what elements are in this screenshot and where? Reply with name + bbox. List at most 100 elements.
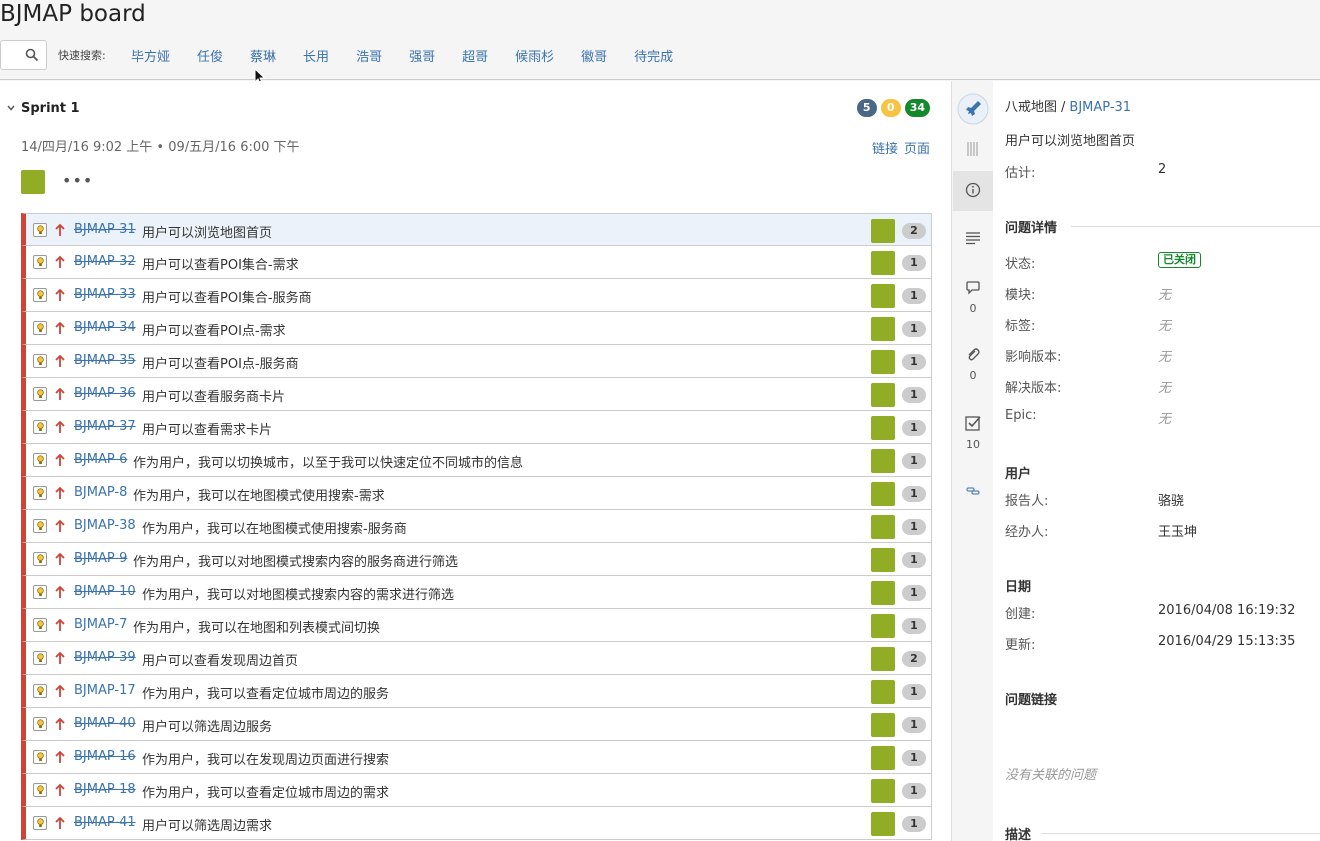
labels-value[interactable]: 无 (1158, 315, 1171, 334)
drag-handle-icon[interactable] (953, 141, 993, 161)
quick-filter[interactable]: 超哥 (462, 46, 488, 65)
issue-key[interactable]: BJMAP-36 (74, 386, 136, 401)
link-page-link[interactable]: 链接 (872, 138, 898, 157)
issue-key[interactable]: BJMAP-10 (74, 584, 136, 599)
issue-row[interactable]: BJMAP-10 作为用户，我可以对地图模式搜索内容的需求进行筛选 1 (21, 576, 932, 609)
quick-filter[interactable]: 长用 (303, 46, 329, 65)
quick-filter[interactable]: 强哥 (409, 46, 435, 65)
issue-key[interactable]: BJMAP-34 (74, 320, 136, 335)
more-actions-icon[interactable]: ••• (62, 171, 93, 190)
assignee-avatar[interactable] (871, 548, 895, 572)
page-link[interactable]: 页面 (904, 138, 930, 157)
assignee-avatar[interactable] (871, 779, 895, 803)
sprint-assignee-avatar[interactable] (21, 170, 45, 194)
assignee-avatar[interactable] (871, 515, 895, 539)
quick-filter[interactable]: 待完成 (634, 46, 673, 65)
rail-attachments-tab[interactable]: 0 (953, 347, 993, 382)
assignee-avatar[interactable] (871, 812, 895, 836)
issue-key[interactable]: BJMAP-38 (74, 518, 136, 533)
issue-key[interactable]: BJMAP-40 (74, 716, 136, 731)
issue-key[interactable]: BJMAP-37 (74, 419, 136, 434)
issue-row[interactable]: BJMAP-33 用户可以查看POI集合-服务商 1 (21, 279, 932, 312)
assignee-avatar[interactable] (871, 350, 895, 374)
issue-key[interactable]: BJMAP-39 (74, 650, 136, 665)
breadcrumb-issue-key[interactable]: BJMAP-31 (1069, 100, 1131, 115)
issue-row[interactable]: BJMAP-41 用户可以筛选周边需求 1 (21, 807, 932, 840)
assignee-avatar[interactable] (871, 746, 895, 770)
sprint-name[interactable]: Sprint 1 (21, 101, 80, 116)
rail-links-tab[interactable] (953, 483, 993, 503)
issue-row[interactable]: BJMAP-6 作为用户，我可以切换城市，以至于我可以快速定位不同城市的信息 1 (21, 444, 932, 477)
issue-row[interactable]: BJMAP-36 用户可以查看服务商卡片 1 (21, 378, 932, 411)
assignee-value[interactable]: 王玉坤 (1158, 521, 1197, 540)
assignee-avatar[interactable] (871, 284, 895, 308)
assignee-avatar[interactable] (871, 482, 895, 506)
priority-arrow-up-icon (55, 717, 65, 730)
issue-row[interactable]: BJMAP-9 作为用户，我可以对地图模式搜索内容的服务商进行筛选 1 (21, 543, 932, 576)
assignee-avatar[interactable] (871, 581, 895, 605)
issue-summary: 作为用户，我可以查看定位城市周边的需求 (142, 786, 390, 801)
issue-key[interactable]: BJMAP-6 (74, 452, 127, 467)
issue-row[interactable]: BJMAP-35 用户可以查看POI点-服务商 1 (21, 345, 932, 378)
affects-version-value[interactable]: 无 (1158, 346, 1171, 365)
rail-description-tab[interactable] (953, 230, 993, 250)
issue-key[interactable]: BJMAP-33 (74, 287, 136, 302)
quick-filter[interactable]: 浩哥 (356, 46, 382, 65)
quick-filter[interactable]: 任俊 (197, 46, 223, 65)
assignee-avatar[interactable] (871, 317, 895, 341)
issue-row[interactable]: BJMAP-17 作为用户，我可以查看定位城市周边的服务 1 (21, 675, 932, 708)
quick-filter[interactable]: 候雨杉 (515, 46, 554, 65)
assignee-avatar[interactable] (871, 449, 895, 473)
issue-key[interactable]: BJMAP-31 (74, 222, 136, 237)
link-icon (966, 487, 980, 495)
breadcrumb-project[interactable]: 八戒地图 (1005, 100, 1057, 115)
reporter-value[interactable]: 骆骁 (1158, 490, 1184, 509)
assignee-avatar[interactable] (871, 416, 895, 440)
issue-summary: 作为用户，我可以在地图模式使用搜索-需求 (133, 489, 385, 504)
issue-row[interactable]: BJMAP-38 作为用户，我可以在地图模式使用搜索-服务商 1 (21, 510, 932, 543)
estimate-badge: 1 (902, 387, 926, 403)
issue-row[interactable]: BJMAP-40 用户可以筛选周边服务 1 (21, 708, 932, 741)
issue-key[interactable]: BJMAP-7 (74, 617, 127, 632)
epic-value[interactable]: 无 (1158, 408, 1171, 427)
issue-row[interactable]: BJMAP-7 作为用户，我可以在地图和列表模式间切换 1 (21, 609, 932, 642)
issue-row[interactable]: BJMAP-34 用户可以查看POI点-需求 1 (21, 312, 932, 345)
issue-row[interactable]: BJMAP-18 作为用户，我可以查看定位城市周边的需求 1 (21, 774, 932, 807)
issue-key[interactable]: BJMAP-9 (74, 551, 127, 566)
component-value[interactable]: 无 (1158, 284, 1171, 303)
status-lozenge: 已关闭 (1158, 252, 1201, 268)
fix-version-value[interactable]: 无 (1158, 377, 1171, 396)
issue-row[interactable]: BJMAP-37 用户可以查看需求卡片 1 (21, 411, 932, 444)
issue-key[interactable]: BJMAP-18 (74, 782, 136, 797)
quick-search-input[interactable] (0, 40, 47, 70)
quick-filter[interactable]: 徽哥 (581, 46, 607, 65)
issue-row[interactable]: BJMAP-39 用户可以查看发现周边首页 2 (21, 642, 932, 675)
issue-key[interactable]: BJMAP-32 (74, 254, 136, 269)
issue-key[interactable]: BJMAP-8 (74, 485, 127, 500)
issue-row[interactable]: BJMAP-32 用户可以查看POI集合-需求 1 (21, 246, 932, 279)
quick-filter[interactable]: 毕方娅 (131, 46, 170, 65)
issue-key[interactable]: BJMAP-41 (74, 815, 136, 830)
assignee-avatar[interactable] (871, 647, 895, 671)
rail-details-tab[interactable] (953, 171, 993, 211)
rail-subtasks-tab[interactable]: 10 (953, 414, 993, 451)
assignee-avatar[interactable] (871, 680, 895, 704)
assignee-avatar[interactable] (871, 713, 895, 737)
issue-row[interactable]: BJMAP-8 作为用户，我可以在地图模式使用搜索-需求 1 (21, 477, 932, 510)
assignee-avatar[interactable] (871, 219, 895, 243)
assignee-avatar[interactable] (871, 614, 895, 638)
issue-key[interactable]: BJMAP-16 (74, 749, 136, 764)
issue-summary[interactable]: 用户可以浏览地图首页 (1005, 130, 1135, 149)
issue-key[interactable]: BJMAP-17 (74, 683, 136, 698)
estimate-value[interactable]: 2 (1158, 162, 1166, 177)
assignee-avatar[interactable] (871, 383, 895, 407)
priority-arrow-up-icon (55, 387, 65, 400)
assignee-avatar[interactable] (871, 251, 895, 275)
quick-filter[interactable]: 蔡琳 (250, 46, 276, 65)
chevron-down-icon[interactable] (6, 103, 16, 113)
issue-row[interactable]: BJMAP-16 作为用户，我可以在发现周边页面进行搜索 1 (21, 741, 932, 774)
issue-key[interactable]: BJMAP-35 (74, 353, 136, 368)
project-avatar[interactable] (953, 93, 993, 129)
rail-comments-tab[interactable]: 0 (953, 280, 993, 315)
issue-row[interactable]: BJMAP-31 用户可以浏览地图首页 2 (21, 213, 932, 246)
